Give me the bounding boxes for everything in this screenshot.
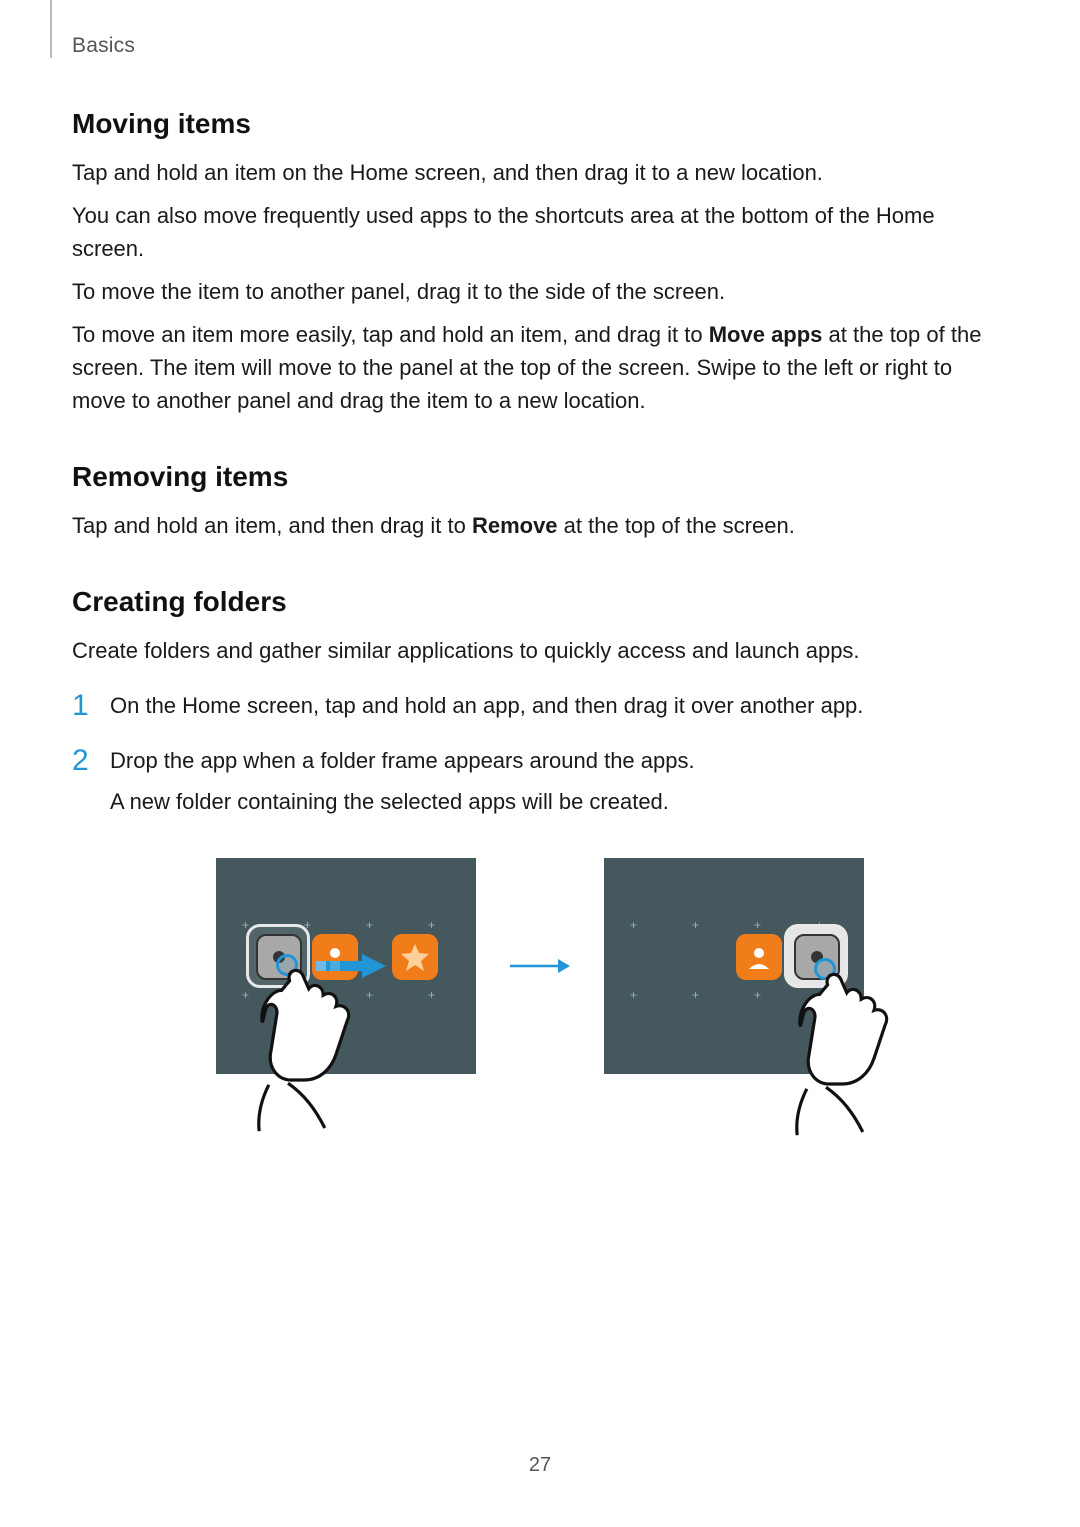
illustration-panel-after: + + + + + + +	[604, 858, 864, 1074]
bold-text: Move apps	[709, 322, 823, 347]
heading-removing-items: Removing items	[72, 461, 1008, 493]
grid-marker-icon: +	[754, 988, 761, 1002]
app-icon-star	[392, 934, 438, 980]
text-run: Tap and hold an item, and then drag it t…	[72, 513, 472, 538]
grid-marker-icon: +	[366, 918, 373, 932]
step-2: 2 Drop the app when a folder frame appea…	[72, 744, 1008, 818]
illustration-panel-before: + + + + + + +	[216, 858, 476, 1074]
paragraph: Tap and hold an item, and then drag it t…	[72, 509, 1008, 542]
grid-marker-icon: +	[428, 918, 435, 932]
hand-pointer-icon	[256, 948, 376, 1148]
paragraph: To move the item to another panel, drag …	[72, 275, 1008, 308]
grid-marker-icon: +	[630, 988, 637, 1002]
step-1: 1 On the Home screen, tap and hold an ap…	[72, 689, 1008, 722]
app-icon-contacts	[736, 934, 782, 980]
text-run: Drop the app when a folder frame appears…	[110, 744, 1008, 777]
hand-pointer-icon	[794, 952, 914, 1152]
page-number: 27	[0, 1454, 1080, 1477]
step-body: Drop the app when a folder frame appears…	[110, 744, 1008, 818]
paragraph: Tap and hold an item on the Home screen,…	[72, 156, 1008, 189]
heading-moving-items: Moving items	[72, 108, 1008, 140]
paragraph: Create folders and gather similar applic…	[72, 634, 1008, 667]
step-number: 2	[72, 744, 110, 777]
person-icon	[745, 943, 773, 971]
header-rule	[50, 0, 52, 58]
step-body: On the Home screen, tap and hold an app,…	[110, 689, 1008, 722]
text-run: A new folder containing the selected app…	[110, 785, 1008, 818]
grid-marker-icon: +	[692, 918, 699, 932]
text-run: at the top of the screen.	[558, 513, 795, 538]
paragraph: To move an item more easily, tap and hol…	[72, 318, 1008, 417]
grid-marker-icon: +	[630, 918, 637, 932]
text-run: To move an item more easily, tap and hol…	[72, 322, 709, 347]
figure-row: + + + + + + +	[72, 858, 1008, 1074]
grid-marker-icon: +	[428, 988, 435, 1002]
grid-marker-icon: +	[242, 988, 249, 1002]
bold-text: Remove	[472, 513, 558, 538]
paragraph: You can also move frequently used apps t…	[72, 199, 1008, 265]
grid-marker-icon: +	[754, 918, 761, 932]
step-number: 1	[72, 689, 110, 722]
arrow-right-icon	[510, 956, 570, 976]
page-content: Moving items Tap and hold an item on the…	[72, 108, 1008, 1074]
heading-creating-folders: Creating folders	[72, 586, 1008, 618]
grid-marker-icon: +	[692, 988, 699, 1002]
star-icon	[400, 942, 430, 972]
section-breadcrumb: Basics	[72, 34, 135, 58]
